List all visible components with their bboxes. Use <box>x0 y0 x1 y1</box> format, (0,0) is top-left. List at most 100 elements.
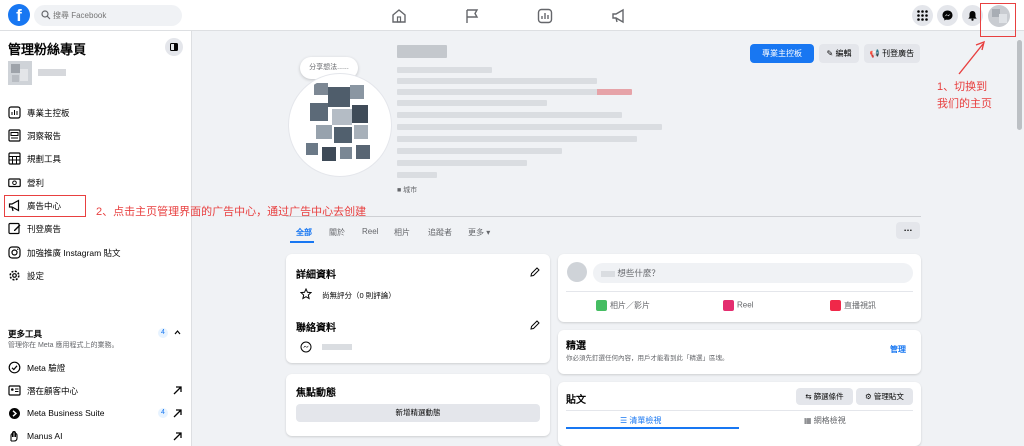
tab-about[interactable]: 關於 <box>329 227 345 238</box>
photo-video-button[interactable]: 相片／影片 <box>596 300 650 312</box>
grid-menu-icon <box>917 10 928 21</box>
blurred-info-line <box>397 100 547 106</box>
pencil-icon[interactable] <box>530 320 540 330</box>
page-name-blurred <box>38 69 66 76</box>
composer-input[interactable]: 想些什麼？ <box>593 263 913 283</box>
menu-button[interactable] <box>912 5 933 26</box>
sidebar-item-label: 刊登廣告 <box>27 224 62 234</box>
search-icon <box>41 10 51 20</box>
photo-icon <box>596 300 607 312</box>
external-arrow-icon <box>173 386 182 395</box>
home-icon[interactable] <box>391 8 407 24</box>
instagram-icon <box>8 246 21 259</box>
sidebar-item-boost-instagram[interactable]: 加強推廣 Instagram 貼文 <box>8 244 186 262</box>
sidebar-item-settings[interactable]: 設定 <box>8 267 186 285</box>
sidebar-item-label: 洞察報告 <box>27 131 62 141</box>
top-navigation-bar: f <box>0 0 1024 31</box>
more-options-button[interactable]: … <box>896 222 920 239</box>
sidebar-item-manus-ai[interactable]: Manus AI <box>8 428 186 446</box>
blurred-info-line <box>397 89 632 95</box>
sidebar-item-insights[interactable]: 洞察報告 <box>8 127 186 145</box>
manage-posts-button[interactable]: ⚙ 管理貼文 <box>856 388 913 405</box>
blurred-info-line <box>397 160 527 166</box>
grid-icon: ▦ <box>804 416 812 425</box>
business-suite-badge: 4 <box>158 408 168 418</box>
live-video-button[interactable]: 直播視訊 <box>830 300 876 312</box>
header-divider <box>286 216 921 217</box>
messenger-icon <box>300 341 312 353</box>
business-suite-icon <box>9 408 20 419</box>
page-scrollbar[interactable] <box>1017 40 1022 130</box>
sidebar-toggle-icon <box>170 43 178 51</box>
sidebar-item-create-ad[interactable]: 刊登廣告 <box>8 220 186 238</box>
filter-label: 篩選條件 <box>813 392 844 401</box>
tab-more[interactable]: 更多 ▾ <box>468 227 490 238</box>
filter-icon: ⇆ <box>805 392 812 401</box>
live-label: 直播視訊 <box>844 301 876 310</box>
active-tab-indicator <box>290 241 314 243</box>
posts-title: 貼文 <box>566 395 586 406</box>
rating-text: 尚無評分（0 則評論） <box>322 291 396 300</box>
star-icon <box>300 288 312 300</box>
sidebar-item-monetization[interactable]: 營利 <box>8 174 186 192</box>
collapse-sidebar-button[interactable] <box>165 38 183 56</box>
grid-view-tab[interactable]: ▦ 網格檢視 <box>804 415 846 426</box>
pencil-icon: ✎ <box>826 49 834 58</box>
facebook-logo[interactable]: f <box>8 4 30 26</box>
list-view-label: 清單檢視 <box>629 416 662 425</box>
composer-avatar <box>567 262 587 282</box>
search-input[interactable] <box>53 8 173 23</box>
manage-featured-link[interactable]: 管理 <box>890 344 906 355</box>
sidebar-item-dashboard[interactable]: 專業主控板 <box>8 104 186 122</box>
tab-reels[interactable]: Reel <box>362 227 378 236</box>
sidebar-item-planner[interactable]: 規劃工具 <box>8 150 186 168</box>
sidebar-item-label: 營利 <box>27 178 45 188</box>
tab-all[interactable]: 全部 <box>296 227 312 238</box>
featured-posts-description: 你必須先釘選任何內容，用戶才能看到此「精選」區塊。 <box>566 355 729 362</box>
composer-placeholder: 想些什麼？ <box>617 268 660 278</box>
contact-title: 聯絡資料 <box>296 323 336 334</box>
edit-icon <box>8 222 21 235</box>
sidebar-item-leads-center[interactable]: 潛在顧客中心 <box>8 382 186 400</box>
filter-button[interactable]: ⇆ 篩選條件 <box>796 388 853 405</box>
reel-label: Reel <box>737 300 754 310</box>
tab-followers[interactable]: 追蹤者 <box>428 227 452 238</box>
blurred-info-line <box>397 78 597 84</box>
chevron-up-icon[interactable] <box>174 329 181 336</box>
about-title: 詳細資料 <box>296 270 336 281</box>
sidebar-title: 管理粉絲專頁 <box>8 42 87 57</box>
tab-photos[interactable]: 相片 <box>394 227 410 238</box>
reel-icon <box>723 300 734 311</box>
search-box[interactable] <box>34 5 182 26</box>
sidebar-item-label: 設定 <box>27 271 45 281</box>
flag-icon[interactable] <box>464 8 480 24</box>
add-featured-button[interactable]: 新增精選動態 <box>296 404 540 422</box>
name-blurred <box>601 270 615 277</box>
sidebar-item-meta-verified[interactable]: Meta 驗證 <box>8 359 186 377</box>
megaphone-icon[interactable] <box>611 8 627 24</box>
external-arrow-icon <box>173 432 182 441</box>
live-icon <box>830 300 841 312</box>
list-icon: ☰ <box>620 416 628 425</box>
messenger-button[interactable] <box>937 5 958 26</box>
edit-page-button[interactable]: ✎ 編輯 <box>819 44 859 63</box>
professional-dashboard-button[interactable]: 專業主控板 <box>750 44 814 63</box>
bell-icon <box>968 11 977 21</box>
reel-button[interactable]: Reel <box>723 300 753 311</box>
list-view-tab[interactable]: ☰ 清單檢視 <box>620 415 661 426</box>
dashboard-icon <box>8 106 21 119</box>
contact-blurred <box>322 344 352 350</box>
page-avatar-small[interactable] <box>8 61 32 85</box>
chart-icon[interactable] <box>537 8 553 24</box>
more-tools-badge: 4 <box>158 328 168 338</box>
featured-posts-card: 精選 你必須先釘選任何內容，用戶才能看到此「精選」區塊。 管理 <box>558 330 921 374</box>
annotation-arrow-1 <box>958 40 986 75</box>
pencil-icon[interactable] <box>530 267 540 277</box>
gear-icon <box>9 270 20 281</box>
more-tools-description: 管理你在 Meta 應用程式上的業務。 <box>8 342 119 349</box>
sidebar-item-label: Manus AI <box>27 431 63 441</box>
page-profile-picture[interactable] <box>289 74 391 176</box>
create-ad-button[interactable]: 📢 刊登廣告 <box>864 44 920 63</box>
grid-view-label: 網格檢視 <box>813 416 846 425</box>
annotation-step1-line1: 1、切换到 <box>937 81 988 93</box>
